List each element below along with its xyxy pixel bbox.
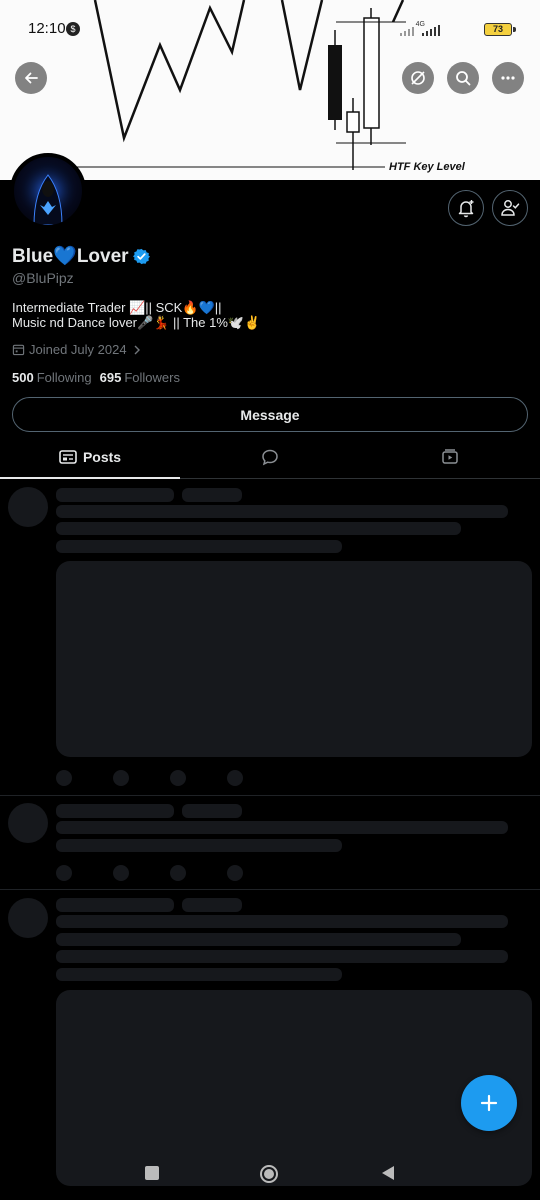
arrow-left-icon: [25, 72, 38, 84]
display-name: Blue💙Lover: [12, 246, 129, 267]
skeleton-line: [182, 898, 242, 912]
back-button[interactable]: [15, 62, 47, 94]
plus-icon: [480, 1094, 498, 1112]
skeleton-action: [113, 770, 129, 786]
search-button[interactable]: [447, 62, 479, 94]
skeleton-action: [56, 770, 72, 786]
more-dots-icon: [501, 76, 515, 80]
followers-label: Followers: [124, 370, 180, 385]
skeleton-action: [227, 770, 243, 786]
battery-icon: 73: [484, 23, 516, 36]
notification-icon: $: [66, 22, 80, 36]
media-icon: [442, 449, 458, 464]
skeleton-line: [182, 804, 242, 818]
back-nav-icon[interactable]: [380, 1165, 396, 1181]
system-nav-bar: [0, 1155, 540, 1200]
skeleton-action: [170, 865, 186, 881]
tab-posts-label: Posts: [82, 449, 122, 465]
avatar[interactable]: [10, 153, 86, 229]
verified-badge-icon[interactable]: [132, 248, 150, 265]
profile-tabs: Posts: [0, 436, 540, 479]
home-icon[interactable]: [259, 1164, 279, 1184]
message-button[interactable]: Message: [12, 397, 528, 432]
skeleton-line: [56, 505, 508, 518]
skeleton-media: [56, 561, 532, 757]
following-count: 500: [12, 370, 34, 385]
skeleton-line: [56, 839, 342, 852]
battery-level: 73: [492, 24, 503, 34]
avatar-image: [18, 161, 78, 225]
skeleton-line: [182, 488, 242, 502]
recents-icon[interactable]: [144, 1165, 160, 1181]
followers-link[interactable]: 695 Followers: [100, 370, 180, 385]
feed-divider: [0, 795, 540, 796]
skeleton-line: [56, 950, 508, 963]
more-button[interactable]: [492, 62, 524, 94]
skeleton-line: [56, 540, 342, 553]
tab-posts[interactable]: Posts: [0, 436, 180, 479]
bio: Intermediate Trader 📈|| SCK🔥💙|| Music nd…: [12, 300, 260, 330]
search-icon: [456, 71, 471, 86]
network-label: 4G: [415, 21, 425, 28]
skeleton-line: [56, 915, 508, 928]
skeleton-action: [56, 865, 72, 881]
skeleton-action: [170, 770, 186, 786]
joined-text: Joined July 2024: [29, 342, 127, 357]
skeleton-action: [113, 865, 129, 881]
notify-button[interactable]: [448, 190, 484, 226]
chevron-right-icon: [134, 345, 140, 354]
skeleton-line: [56, 488, 174, 502]
feed-divider: [0, 889, 540, 890]
grok-icon: [411, 71, 425, 85]
status-time: 12:10: [28, 20, 66, 37]
bio-line-2: Music nd Dance lover🎤💃 || The 1%🕊️✌️: [12, 315, 261, 330]
skeleton-line: [56, 821, 508, 834]
skeleton-line: [56, 898, 174, 912]
tab-replies[interactable]: [180, 436, 360, 478]
grok-button[interactable]: [402, 62, 434, 94]
posts-icon: [59, 450, 77, 464]
profile-banner[interactable]: HTF Key Level 12:10 $ 4G 73: [0, 0, 540, 180]
skeleton-avatar: [8, 487, 48, 527]
skeleton-action: [227, 865, 243, 881]
following-label: Following: [36, 370, 92, 385]
skeleton-avatar: [8, 898, 48, 938]
handle: @BluPipz: [12, 270, 74, 286]
skeleton-line: [56, 968, 342, 981]
person-check-icon: [501, 200, 520, 216]
followers-count: 695: [99, 370, 122, 385]
name-row: Blue💙Lover: [12, 244, 150, 268]
banner-annotation: HTF Key Level: [389, 161, 465, 173]
skeleton-avatar: [8, 803, 48, 843]
following-link[interactable]: 500 Following: [12, 370, 92, 385]
replies-icon: [262, 449, 278, 466]
following-button[interactable]: [492, 190, 528, 226]
calendar-icon: [12, 344, 25, 356]
skeleton-line: [56, 804, 174, 818]
status-bar: 12:10 $ 4G 73: [0, 0, 540, 60]
tab-media[interactable]: [360, 436, 540, 478]
bio-line-1: Intermediate Trader 📈|| SCK🔥💙||: [12, 300, 222, 315]
follow-stats: 500 Following 695 Followers: [12, 370, 180, 385]
skeleton-line: [56, 522, 461, 535]
skeleton-line: [56, 933, 461, 946]
bell-plus-icon: [458, 200, 474, 218]
compose-button[interactable]: [461, 1075, 517, 1131]
joined-date[interactable]: Joined July 2024: [12, 342, 143, 357]
